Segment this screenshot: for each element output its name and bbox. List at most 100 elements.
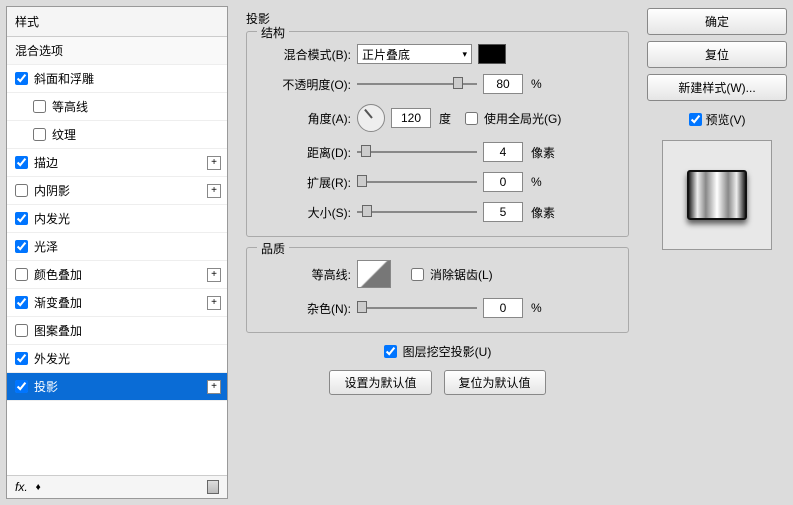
size-unit: 像素 [531,204,555,221]
size-input[interactable]: 5 [483,202,523,222]
panel-title: 投影 [246,10,629,27]
style-item-label: 光泽 [34,238,58,255]
style-item-label: 内阴影 [34,182,70,199]
style-item[interactable]: 内发光 [7,205,227,233]
opacity-slider[interactable] [357,77,477,91]
trash-icon[interactable] [207,480,219,494]
quality-group: 品质 等高线: 消除锯齿(L) 杂色(N): 0 % [246,247,629,333]
distance-input[interactable]: 4 [483,142,523,162]
style-item[interactable]: 等高线 [7,93,227,121]
opacity-label: 不透明度(O): [261,76,351,93]
style-item-label: 内发光 [34,210,70,227]
contour-label: 等高线: [261,266,351,283]
styles-header: 样式 [7,7,227,37]
set-default-button[interactable]: 设置为默认值 [329,370,431,395]
noise-label: 杂色(N): [261,300,351,317]
shadow-color-swatch[interactable] [478,44,506,64]
antialias-checkbox[interactable] [411,268,424,281]
distance-label: 距离(D): [261,144,351,161]
preview-checkbox[interactable] [689,113,702,126]
reset-button[interactable]: 复位 [647,41,787,68]
quality-title: 品质 [257,240,289,257]
style-item[interactable]: 内阴影 + [7,177,227,205]
preview-label: 预览(V) [706,111,746,128]
reset-default-button[interactable]: 复位为默认值 [444,370,546,395]
spread-input[interactable]: 0 [483,172,523,192]
arrows-icon[interactable]: ♦ [36,482,39,493]
style-item[interactable]: 纹理 [7,121,227,149]
knockout-checkbox[interactable] [384,345,397,358]
style-item[interactable]: 图案叠加 [7,317,227,345]
opacity-input[interactable]: 80 [483,74,523,94]
right-panel: 确定 复位 新建样式(W)... 预览(V) [647,6,787,499]
add-effect-icon[interactable]: + [207,184,221,198]
style-item-label: 颜色叠加 [34,266,82,283]
style-item-label: 渐变叠加 [34,294,82,311]
add-effect-icon[interactable]: + [207,380,221,394]
style-checkbox[interactable] [15,212,28,225]
noise-slider[interactable] [357,301,477,315]
blending-options-label: 混合选项 [15,42,63,59]
new-style-button[interactable]: 新建样式(W)... [647,74,787,101]
styles-footer: fx. ♦ [7,475,227,498]
style-checkbox[interactable] [15,268,28,281]
add-effect-icon[interactable]: + [207,296,221,310]
angle-label: 角度(A): [261,110,351,127]
style-item[interactable]: 渐变叠加 + [7,289,227,317]
spread-slider[interactable] [357,175,477,189]
noise-unit: % [531,301,542,315]
structure-group: 结构 混合模式(B): 正片叠底 ▾ 不透明度(O): 80 % 角度(A): … [246,31,629,237]
blending-options-item[interactable]: 混合选项 [7,37,227,65]
style-checkbox[interactable] [33,100,46,113]
style-checkbox[interactable] [15,156,28,169]
styles-list-panel: 样式 混合选项 斜面和浮雕等高线纹理描边+ 内阴影 + 内发光光泽颜色叠加 + 渐变叠加 +… [6,6,228,499]
fx-icon[interactable]: fx. [15,480,28,494]
chevron-down-icon: ▾ [462,49,467,60]
distance-slider[interactable] [357,145,477,159]
spread-unit: % [531,175,542,189]
style-item[interactable]: 斜面和浮雕 [7,65,227,93]
style-item[interactable]: 描边+ [7,149,227,177]
add-effect-icon[interactable]: + [207,268,221,282]
antialias-label: 消除锯齿(L) [430,266,493,283]
style-item-label: 等高线 [52,98,88,115]
contour-picker[interactable] [357,260,391,288]
global-light-label: 使用全局光(G) [484,110,561,127]
add-effect-icon[interactable]: + [207,156,221,170]
style-checkbox[interactable] [15,296,28,309]
style-item[interactable]: 颜色叠加 + [7,261,227,289]
blend-mode-value: 正片叠底 [362,46,410,63]
style-checkbox[interactable] [15,72,28,85]
size-label: 大小(S): [261,204,351,221]
blend-mode-select[interactable]: 正片叠底 ▾ [357,44,472,64]
style-item[interactable]: 投影 + [7,373,227,401]
style-item-label: 图案叠加 [34,322,82,339]
style-checkbox[interactable] [33,128,46,141]
noise-input[interactable]: 0 [483,298,523,318]
angle-input[interactable]: 120 [391,108,431,128]
angle-unit: 度 [439,110,451,127]
preview-thumbnail [687,170,747,220]
style-item-label: 斜面和浮雕 [34,70,94,87]
style-item-label: 纹理 [52,126,76,143]
style-item-label: 外发光 [34,350,70,367]
style-checkbox[interactable] [15,380,28,393]
global-light-checkbox[interactable] [465,112,478,125]
style-checkbox[interactable] [15,352,28,365]
angle-dial[interactable] [357,104,385,132]
style-item[interactable]: 光泽 [7,233,227,261]
style-checkbox[interactable] [15,184,28,197]
opacity-unit: % [531,77,542,91]
distance-unit: 像素 [531,144,555,161]
style-item[interactable]: 外发光 [7,345,227,373]
style-item-label: 投影 [34,378,58,395]
size-slider[interactable] [357,205,477,219]
knockout-label: 图层挖空投影(U) [403,343,492,360]
style-checkbox[interactable] [15,240,28,253]
spread-label: 扩展(R): [261,174,351,191]
settings-panel: 投影 结构 混合模式(B): 正片叠底 ▾ 不透明度(O): 80 % 角度(A… [236,6,639,499]
blend-mode-label: 混合模式(B): [261,46,351,63]
preview-box [662,140,772,250]
style-checkbox[interactable] [15,324,28,337]
ok-button[interactable]: 确定 [647,8,787,35]
